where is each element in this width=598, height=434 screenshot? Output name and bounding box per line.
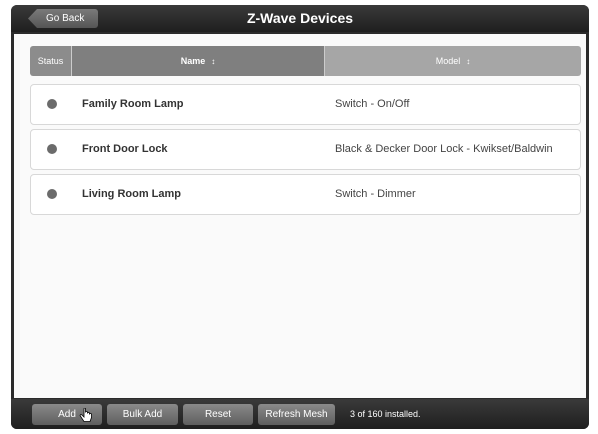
- app-window: Z-Wave Devices Go Back Status Name ↕ Mod…: [11, 5, 589, 429]
- go-back-button[interactable]: Go Back: [28, 9, 99, 28]
- device-model: Black & Decker Door Lock - Kwikset/Baldw…: [335, 143, 553, 155]
- device-list-panel: Status Name ↕ Model ↕ Family Room Lamp S…: [14, 34, 586, 398]
- status-dot-icon: [47, 144, 57, 154]
- header-bar: Z-Wave Devices Go Back: [11, 5, 589, 32]
- column-header-name-label: Name: [180, 56, 206, 66]
- bulk-add-button[interactable]: Bulk Add: [107, 404, 178, 425]
- hand-cursor-icon: [79, 408, 92, 422]
- device-name: Front Door Lock: [82, 143, 168, 155]
- table-row[interactable]: Front Door Lock Black & Decker Door Lock…: [30, 129, 581, 170]
- refresh-mesh-button[interactable]: Refresh Mesh: [258, 404, 335, 425]
- device-model: Switch - On/Off: [335, 98, 410, 110]
- column-header-status-label: Status: [37, 56, 64, 66]
- installed-count: 3 of 160 installed.: [350, 409, 421, 419]
- column-header-model-label: Model: [435, 56, 461, 66]
- sort-arrow-icon: ↕: [466, 56, 471, 66]
- bottom-toolbar: Add Bulk Add Reset Refresh Mesh 3 of 160…: [11, 399, 589, 429]
- device-name: Living Room Lamp: [82, 188, 181, 200]
- add-button-label: Add: [58, 409, 76, 420]
- table-row[interactable]: Family Room Lamp Switch - On/Off: [30, 84, 581, 125]
- sort-arrow-icon: ↕: [211, 56, 216, 66]
- column-header-status[interactable]: Status: [30, 46, 71, 76]
- status-dot-icon: [47, 189, 57, 199]
- column-header-model[interactable]: Model ↕: [324, 46, 581, 76]
- column-header-name[interactable]: Name ↕: [71, 46, 324, 76]
- reset-button[interactable]: Reset: [183, 404, 253, 425]
- device-name: Family Room Lamp: [82, 98, 184, 110]
- status-dot-icon: [47, 99, 57, 109]
- table-header: Status Name ↕ Model ↕: [30, 46, 581, 76]
- table-row[interactable]: Living Room Lamp Switch - Dimmer: [30, 174, 581, 215]
- device-model: Switch - Dimmer: [335, 188, 416, 200]
